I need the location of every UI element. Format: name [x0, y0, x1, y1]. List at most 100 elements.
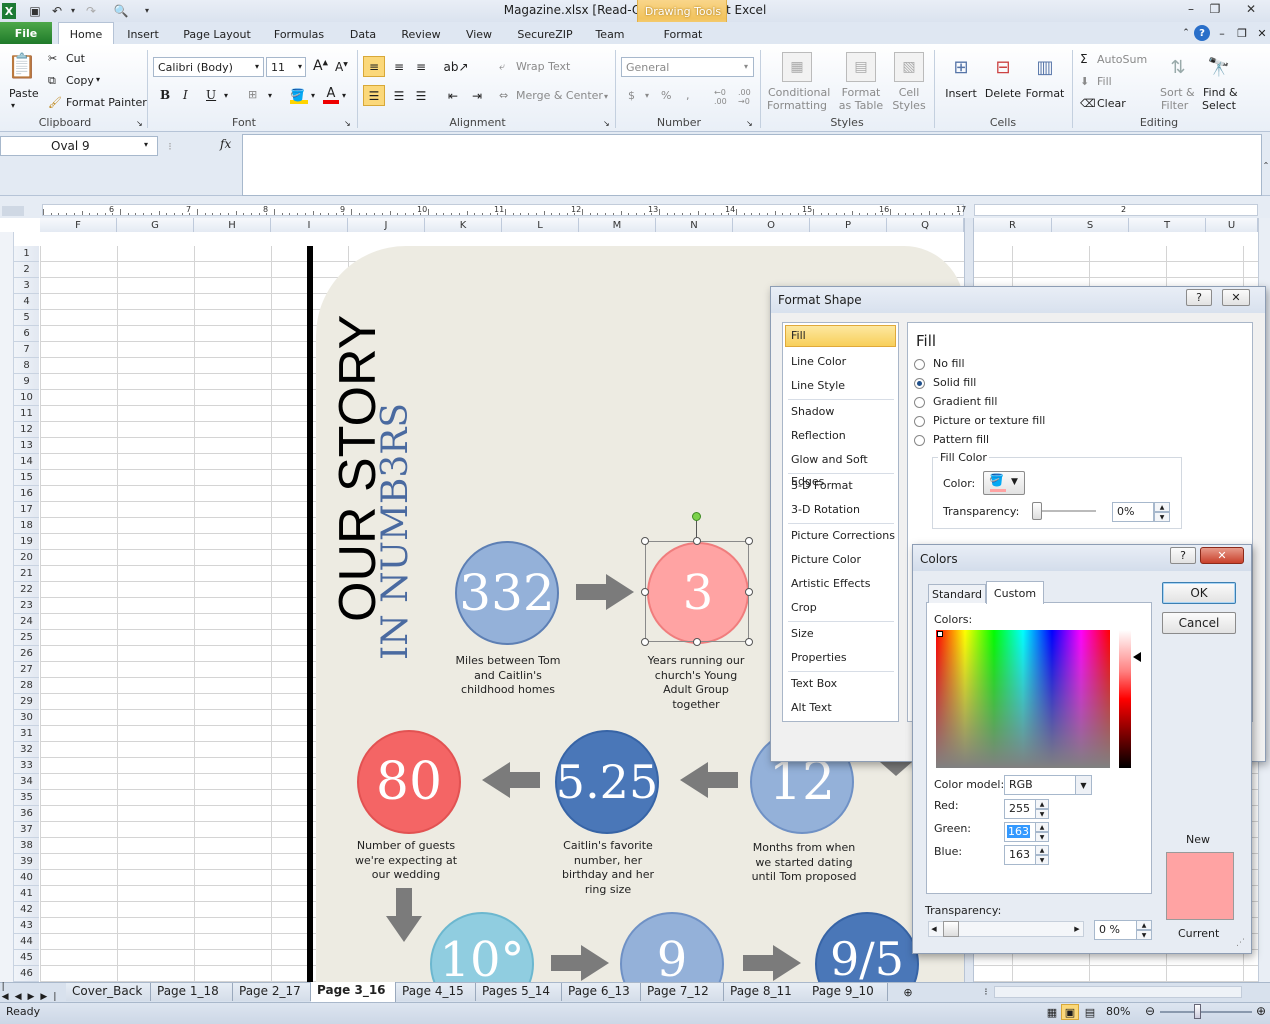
spectrum-crosshair[interactable] [937, 631, 943, 637]
row-header[interactable]: 27 [14, 662, 39, 678]
row-header[interactable]: 37 [14, 822, 39, 838]
decrease-decimal-icon[interactable]: .00 →0 [738, 88, 751, 106]
colors-ok-button[interactable]: OK [1162, 582, 1236, 604]
alignment-launcher-icon[interactable]: ↘ [603, 119, 610, 128]
transparency-left-icon[interactable]: ◀ [930, 922, 938, 936]
currency-icon[interactable]: $ [628, 89, 635, 102]
font-launcher-icon[interactable]: ↘ [344, 119, 351, 128]
decrease-indent-icon[interactable]: ⇤ [442, 85, 464, 106]
row-header[interactable]: 23 [14, 598, 39, 614]
shrink-font-icon[interactable]: A▼ [335, 60, 348, 74]
align-bottom-icon[interactable]: ≡ [410, 56, 432, 77]
row-header[interactable]: 8 [14, 358, 39, 374]
radio-picture-or-texture-fill[interactable] [914, 416, 925, 427]
normal-view-icon[interactable]: ▦ [1043, 1004, 1061, 1020]
nav-item-artistic-effects[interactable]: Artistic Effects [786, 573, 898, 595]
row-header[interactable]: 32 [14, 742, 39, 758]
column-header[interactable]: R [974, 218, 1052, 232]
row-header[interactable]: 17 [14, 502, 39, 518]
zoom-slider-thumb[interactable] [1194, 1004, 1201, 1019]
clear-icon[interactable]: ⌫ [1080, 97, 1096, 110]
align-left-icon[interactable]: ☰ [363, 85, 385, 106]
format-cells-button[interactable]: Format [1022, 87, 1068, 100]
format-shape-help-button[interactable]: ? [1186, 289, 1212, 306]
sheet-tab[interactable]: Page 3_16 [311, 982, 396, 1002]
merge-center-icon[interactable]: ⇔ [499, 89, 508, 102]
row-header[interactable]: 21 [14, 566, 39, 582]
sort-filter-icon[interactable]: ⇅ [1163, 52, 1193, 82]
fill-icon[interactable]: ⬇ [1080, 75, 1089, 88]
red-down-icon[interactable]: ▼ [1035, 809, 1049, 819]
resize-grip-icon[interactable]: ⋰ [1236, 938, 1245, 948]
name-box-dropdown-icon[interactable]: ▾ [144, 140, 148, 149]
delete-cells-icon[interactable]: ⊟ [988, 52, 1018, 82]
format-as-table-icon[interactable]: ▤ [846, 52, 876, 82]
nav-item-properties[interactable]: Properties [786, 647, 898, 669]
tab-format[interactable]: Format [650, 24, 716, 44]
font-name-field[interactable]: Calibri (Body) [153, 57, 264, 77]
insert-cells-button[interactable]: Insert [941, 87, 981, 100]
row-header[interactable]: 25 [14, 630, 39, 646]
grow-font-icon[interactable]: A▲ [313, 58, 328, 74]
green-down-icon[interactable]: ▼ [1035, 832, 1049, 842]
stat-circle-guests[interactable]: 80 [357, 730, 461, 834]
fill-transparency-track[interactable] [1036, 510, 1096, 512]
nav-item-size[interactable]: Size [786, 623, 898, 645]
row-header[interactable]: 2 [14, 262, 39, 278]
borders-dropdown-icon[interactable]: ▾ [268, 91, 272, 100]
nav-item-picture-color[interactable]: Picture Color [786, 549, 898, 571]
blue-input[interactable]: 163 [1004, 845, 1038, 865]
row-header[interactable]: 3 [14, 278, 39, 294]
fill-color-dropdown-icon[interactable]: ▾ [311, 91, 315, 100]
colors-help-button[interactable]: ? [1170, 547, 1196, 564]
tab-formulas[interactable]: Formulas [268, 24, 330, 44]
color-spectrum[interactable] [936, 630, 1110, 768]
resize-handle[interactable] [641, 638, 649, 646]
radio-no-fill[interactable] [914, 359, 925, 370]
row-header[interactable]: 12 [14, 422, 39, 438]
row-header[interactable]: 39 [14, 854, 39, 870]
nav-item-alt-text[interactable]: Alt Text [786, 697, 898, 719]
resize-handle[interactable] [693, 537, 701, 545]
sort-filter-button[interactable]: Sort & [1160, 86, 1195, 99]
percent-icon[interactable]: % [661, 89, 671, 102]
nav-item-line-color[interactable]: Line Color [786, 351, 898, 373]
sheet-tab[interactable]: Page 2_17 [233, 983, 311, 1001]
resize-handle[interactable] [641, 537, 649, 545]
blue-up-icon[interactable]: ▲ [1035, 845, 1049, 855]
colors-transparency-down-icon[interactable]: ▼ [1136, 930, 1152, 940]
workbook-minimize-icon[interactable]: – [1214, 26, 1230, 40]
close-window-button[interactable]: ✕ [1232, 0, 1270, 18]
font-color-dropdown-icon[interactable]: ▾ [342, 91, 346, 100]
merge-dropdown-icon[interactable]: ▾ [604, 92, 608, 101]
paste-icon[interactable]: 📋 [6, 50, 38, 82]
column-header[interactable]: Q [887, 218, 964, 232]
number-format-dropdown-icon[interactable]: ▾ [744, 62, 748, 71]
row-header[interactable]: 15 [14, 470, 39, 486]
row-header[interactable]: 44 [14, 934, 39, 950]
sheet-tab[interactable]: Page 1_18 [151, 983, 233, 1001]
row-header[interactable]: 38 [14, 838, 39, 854]
resize-handle[interactable] [745, 638, 753, 646]
option-label[interactable]: Gradient fill [933, 395, 997, 408]
print-preview-icon[interactable]: 🔍 [112, 2, 130, 19]
resize-handle[interactable] [745, 537, 753, 545]
zoom-level[interactable]: 80% [1106, 1005, 1130, 1018]
tab-view[interactable]: View [458, 24, 500, 44]
conditional-formatting-button-line2[interactable]: Formatting [766, 99, 828, 112]
column-header[interactable]: H [194, 218, 271, 232]
autosum-button[interactable]: AutoSum [1097, 53, 1147, 66]
align-middle-icon[interactable]: ≡ [388, 56, 410, 77]
format-as-table-button[interactable]: Format [836, 86, 886, 99]
nav-item-3-d-rotation[interactable]: 3-D Rotation [786, 499, 898, 521]
column-header[interactable]: U [1206, 218, 1258, 232]
transparency-right-icon[interactable]: ▶ [1073, 922, 1081, 936]
sheet-tab[interactable]: Pages 5_14 [476, 983, 562, 1001]
sheet-tab[interactable]: Page 4_15 [396, 983, 476, 1001]
nav-item-line-style[interactable]: Line Style [786, 375, 898, 397]
copy-dropdown-icon[interactable]: ▾ [96, 75, 100, 84]
clipboard-launcher-icon[interactable]: ↘ [136, 119, 143, 128]
fill-color-icon[interactable]: 🪣 [290, 88, 308, 104]
red-up-icon[interactable]: ▲ [1035, 799, 1049, 809]
colors-transparency-up-icon[interactable]: ▲ [1136, 920, 1152, 930]
